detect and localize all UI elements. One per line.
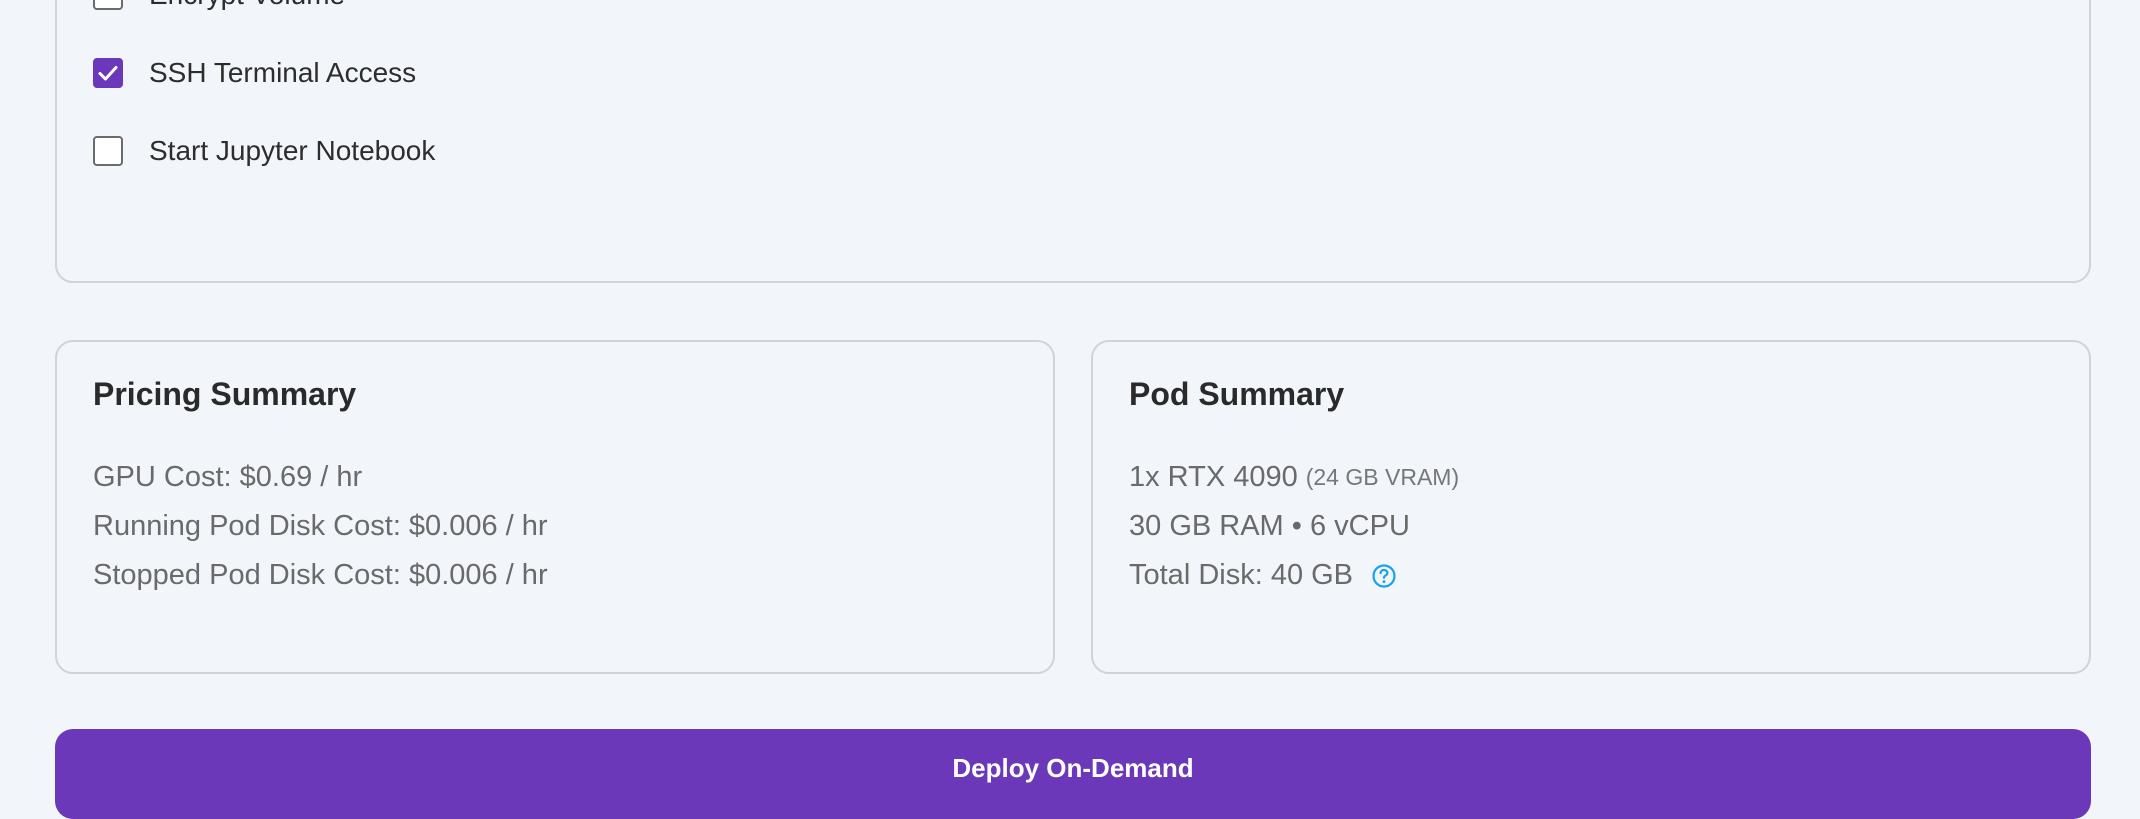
start-jupyter-notebook-label: Start Jupyter Notebook (149, 135, 436, 166)
ssh-terminal-access-label: SSH Terminal Access (149, 57, 417, 88)
option-ssh-terminal-access[interactable]: SSH Terminal Access (93, 53, 416, 93)
ram-cpu-spec: 30 GB RAM • 6 vCPU (1129, 510, 1410, 542)
question-circle-icon[interactable] (1371, 563, 1397, 589)
deploy-on-demand-button[interactable]: Deploy On-Demand (55, 729, 2091, 819)
total-disk-row: Total Disk: 40 GB (1129, 559, 1397, 592)
checkmark-icon (98, 66, 118, 81)
gpu-name: 1x RTX 4090 (1129, 461, 1298, 493)
total-disk: Total Disk: 40 GB (1129, 559, 1354, 591)
running-pod-disk-cost: Running Pod Disk Cost: $0.006 / hr (93, 510, 548, 542)
encrypt-volume-label: Encrypt Volume (149, 0, 345, 11)
pricing-summary-title: Pricing Summary (93, 376, 357, 412)
pod-summary-title: Pod Summary (1129, 376, 1345, 412)
gpu-spec: 1x RTX 4090 (24 GB VRAM) (1129, 461, 1459, 494)
option-encrypt-volume[interactable]: Encrypt Volume (93, 0, 345, 15)
options-card: Encrypt Volume SSH Terminal Access Start… (55, 0, 2091, 283)
ssh-terminal-access-checkbox[interactable] (93, 58, 123, 88)
encrypt-volume-checkbox[interactable] (93, 0, 123, 10)
option-start-jupyter-notebook[interactable]: Start Jupyter Notebook (93, 131, 435, 171)
stopped-pod-disk-cost: Stopped Pod Disk Cost: $0.006 / hr (93, 559, 548, 591)
gpu-cost: GPU Cost: $0.69 / hr (93, 461, 363, 493)
pricing-summary-card: Pricing Summary GPU Cost: $0.69 / hr Run… (55, 340, 1055, 674)
start-jupyter-notebook-checkbox[interactable] (93, 136, 123, 166)
pod-summary-card: Pod Summary 1x RTX 4090 (24 GB VRAM) 30 … (1091, 340, 2091, 674)
vram-spec: (24 GB VRAM) (1305, 464, 1460, 490)
